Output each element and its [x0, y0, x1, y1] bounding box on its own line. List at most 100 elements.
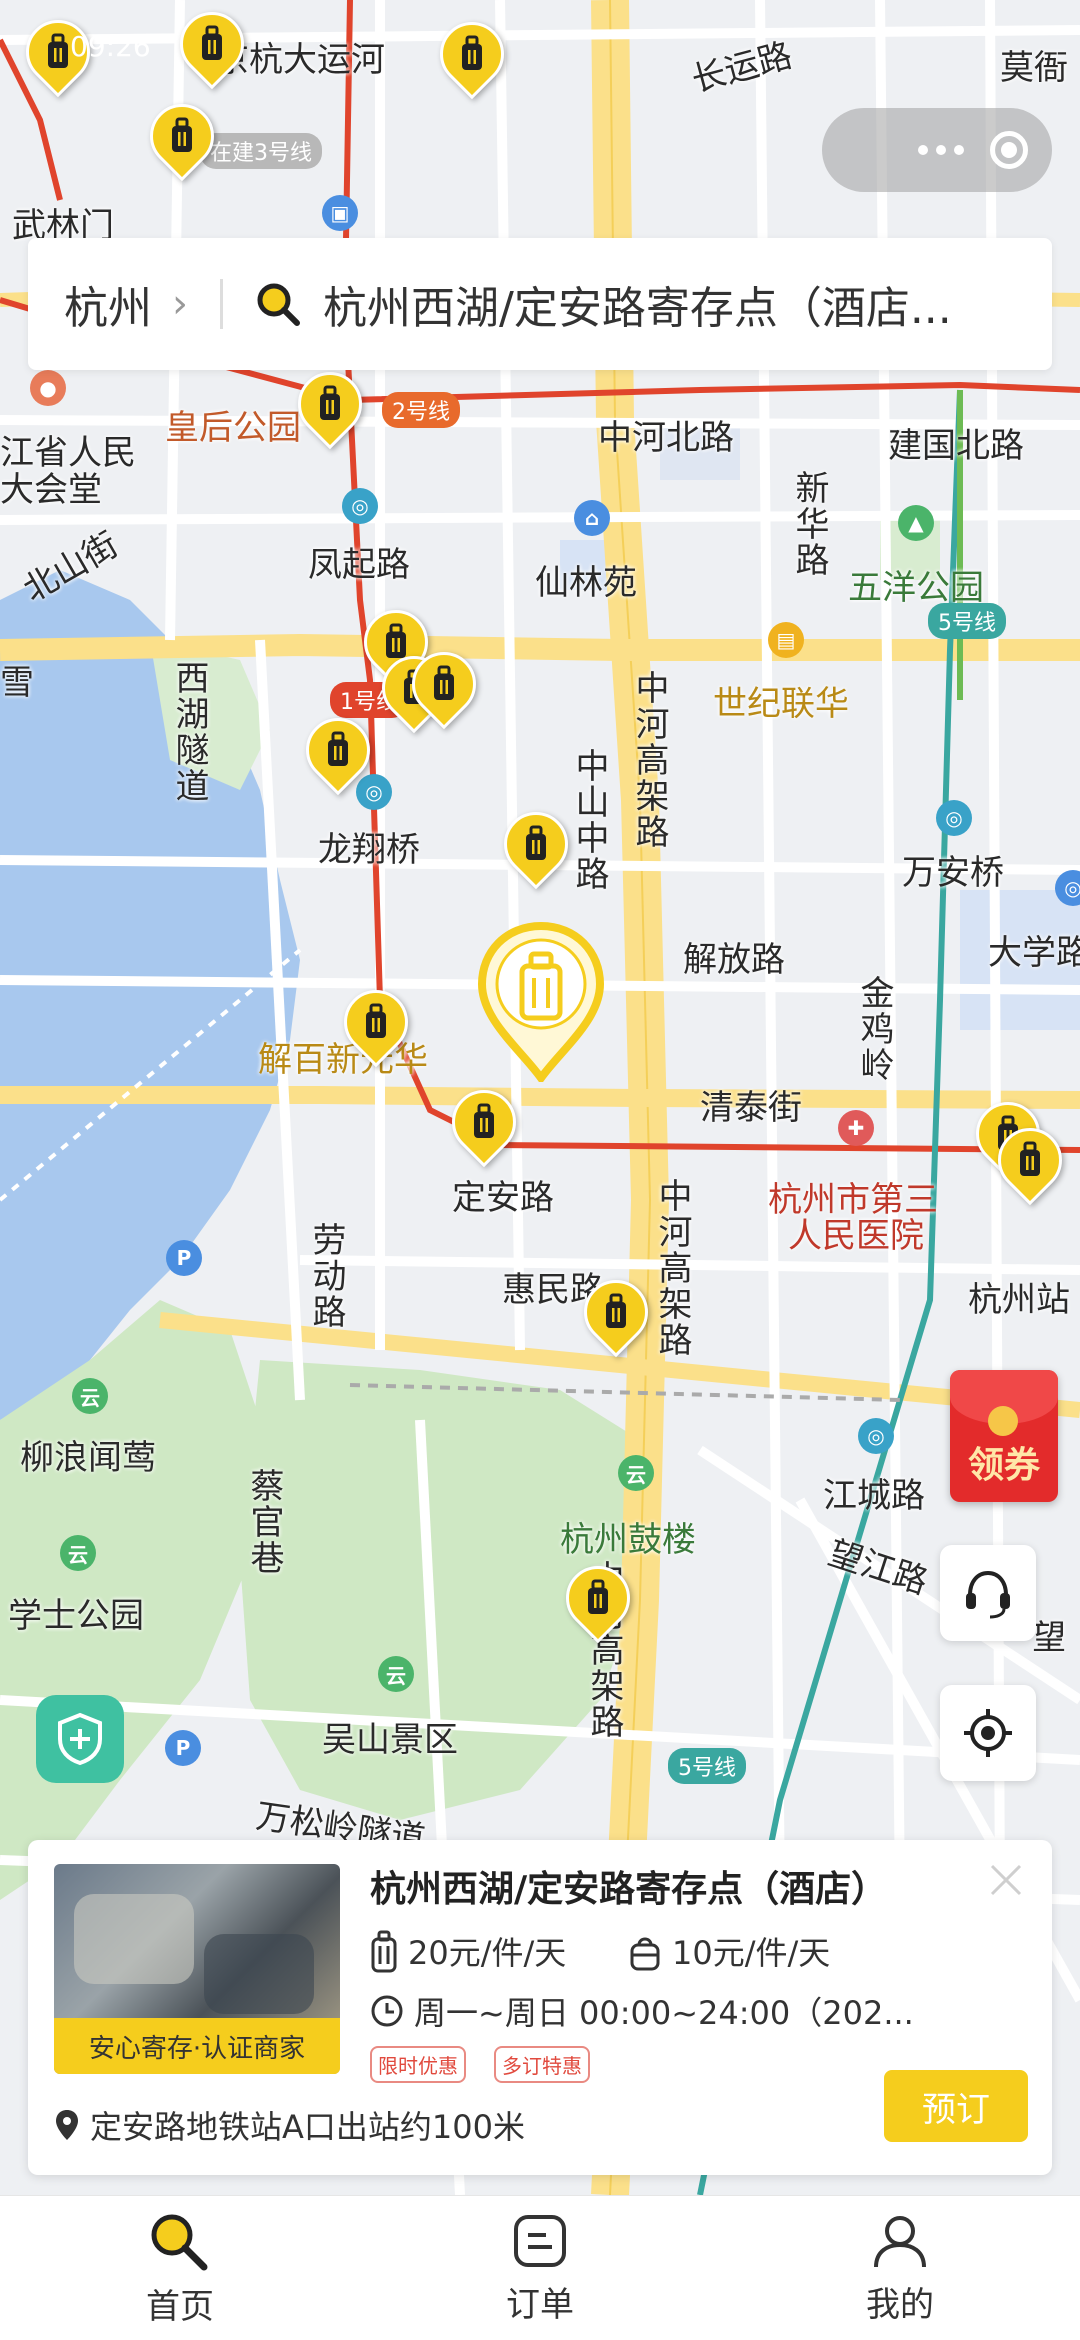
map-label: 西湖隧道	[169, 660, 209, 804]
map-label: 中山中路	[569, 748, 609, 892]
map-label: 大学路	[988, 933, 1080, 973]
record-icon[interactable]	[990, 131, 1028, 169]
scenic-icon: 云	[618, 1455, 654, 1491]
map-label: 世纪联华	[713, 684, 849, 724]
tab-profile[interactable]: 我的	[720, 2196, 1080, 2340]
headset-icon	[966, 1570, 1010, 1619]
map-label: 江城路	[823, 1476, 925, 1516]
coupon-label: 领券	[967, 1445, 1040, 1486]
map-label: 中河北路	[598, 418, 734, 458]
tab-home[interactable]: 首页	[0, 2196, 360, 2340]
storage-pin[interactable]	[292, 704, 384, 798]
metro-station-icon: ◎	[858, 1418, 894, 1454]
price-small: 10元/件/天	[628, 1928, 830, 1974]
metro-line-badge: 5号线	[668, 1748, 746, 1784]
map-label: 龙翔桥	[318, 830, 420, 870]
tab-orders[interactable]: 订单	[360, 2196, 720, 2340]
scenic-icon: 云	[72, 1378, 108, 1414]
parking-icon: P	[166, 1240, 202, 1276]
mini-program-capsule[interactable]	[822, 108, 1052, 192]
storage-pin[interactable]	[438, 1076, 530, 1170]
customer-service-button[interactable]	[940, 1545, 1036, 1641]
storage-pin[interactable]	[552, 1552, 644, 1646]
map-label: 劳动路	[306, 1222, 346, 1330]
map-label: 金鸡岭	[854, 975, 894, 1083]
small-bag-icon	[630, 1937, 660, 1971]
map-label: 五洋公园	[848, 568, 984, 608]
map-label: 建国北路	[888, 426, 1024, 466]
search-bar[interactable]: 杭州 › 杭州西湖/定安路寄存点（酒店...	[28, 238, 1052, 370]
map-label: 解放路	[683, 940, 785, 980]
locate-icon	[964, 1709, 1012, 1757]
map-label: 柳浪闻莺	[20, 1438, 156, 1478]
price-small-text: 10元/件/天	[672, 1934, 831, 1972]
map-label: 吴山景区	[322, 1720, 458, 1760]
price-large: 20元/件/天	[370, 1928, 566, 1974]
tab-home-label: 首页	[146, 2286, 214, 2327]
chevron-right-icon[interactable]: ›	[172, 281, 188, 327]
map-label: 杭州鼓楼	[560, 1520, 696, 1560]
store-name: 杭州西湖/定安路寄存点（酒店）	[370, 1869, 888, 1910]
user-icon	[874, 2215, 926, 2267]
map-label: 仙林苑	[535, 563, 637, 603]
storage-pin[interactable]	[398, 638, 490, 732]
store-address: 定安路地铁站A口出站约100米	[54, 2102, 525, 2148]
shop-icon: ▤	[768, 622, 804, 658]
map-label: 望	[1032, 1618, 1066, 1658]
tab-profile-label: 我的	[866, 2284, 934, 2325]
home-icon: ⌂	[574, 500, 610, 536]
multi-order-badge: 多订特惠	[494, 2046, 590, 2083]
locate-me-button[interactable]	[940, 1685, 1036, 1781]
storage-pin[interactable]	[570, 1266, 662, 1360]
storage-pin[interactable]	[984, 1114, 1076, 1208]
bus-icon: ▣	[322, 195, 358, 231]
scenic-icon: 云	[60, 1535, 96, 1571]
poi-icon: ●	[30, 370, 66, 406]
metro-line-badge: 2号线	[382, 392, 460, 428]
map-label: 杭州站	[968, 1280, 1070, 1320]
opening-hours: 周一~周日 00:00~24:00（202...	[370, 1988, 914, 2034]
map-label: 定安路	[452, 1178, 554, 1218]
map-label: 清泰街	[700, 1088, 802, 1128]
discount-badge: 限时优惠	[370, 2046, 466, 2083]
storage-pin[interactable]	[136, 90, 228, 184]
location-pin-icon	[56, 2110, 78, 2140]
search-input[interactable]: 杭州西湖/定安路寄存点（酒店...	[323, 272, 952, 336]
parking-icon: P	[165, 1730, 201, 1766]
price-large-text: 20元/件/天	[408, 1934, 567, 1972]
close-icon[interactable]	[984, 1858, 1028, 1902]
storage-detail-card[interactable]: 安心寄存·认证商家 杭州西湖/定安路寄存点（酒店） 20元/件/天 10元/件/…	[28, 1840, 1052, 2175]
metro-line-badge: 在建3号线	[200, 133, 322, 169]
large-luggage-icon	[371, 1930, 397, 1973]
scenic-icon: 云	[378, 1656, 414, 1692]
book-button[interactable]: 预订	[884, 2070, 1028, 2142]
park-icon: ▲	[898, 505, 934, 541]
opening-hours-text: 周一~周日 00:00~24:00（202...	[414, 1994, 914, 2032]
storage-pin[interactable]	[284, 358, 376, 452]
certified-merchant-tag: 安心寄存·认证商家	[54, 2018, 340, 2074]
storage-pin[interactable]	[490, 798, 582, 892]
shield-plus-icon	[58, 1712, 102, 1766]
search-icon[interactable]	[253, 279, 303, 329]
metro-station-icon: ◎	[936, 800, 972, 836]
divider	[220, 279, 223, 329]
metro-station-icon: ◎	[342, 488, 378, 524]
coupon-seal-icon	[988, 1406, 1018, 1436]
coupon-button[interactable]: 领券	[950, 1370, 1058, 1502]
map-label: 中河高架路	[652, 1178, 692, 1358]
search-icon	[151, 2214, 208, 2270]
map-label: 雪	[0, 663, 34, 703]
map-label: 新华路	[789, 470, 829, 578]
map-label: 中河高架路	[629, 670, 669, 850]
bottom-tab-bar: 首页 订单 我的	[0, 2195, 1080, 2340]
store-photo[interactable]: 安心寄存·认证商家	[54, 1864, 340, 2074]
city-selector[interactable]: 杭州	[28, 272, 152, 336]
map-label: 大会堂	[0, 470, 102, 510]
status-time: 09:26	[70, 30, 151, 63]
storage-pin[interactable]	[330, 976, 422, 1070]
map-label: 凤起路	[308, 545, 410, 585]
safety-shield-button[interactable]	[36, 1695, 124, 1783]
map-label: 人民医院	[788, 1216, 924, 1256]
selected-storage-pin[interactable]	[476, 922, 606, 1082]
more-dots-icon[interactable]	[918, 145, 964, 155]
